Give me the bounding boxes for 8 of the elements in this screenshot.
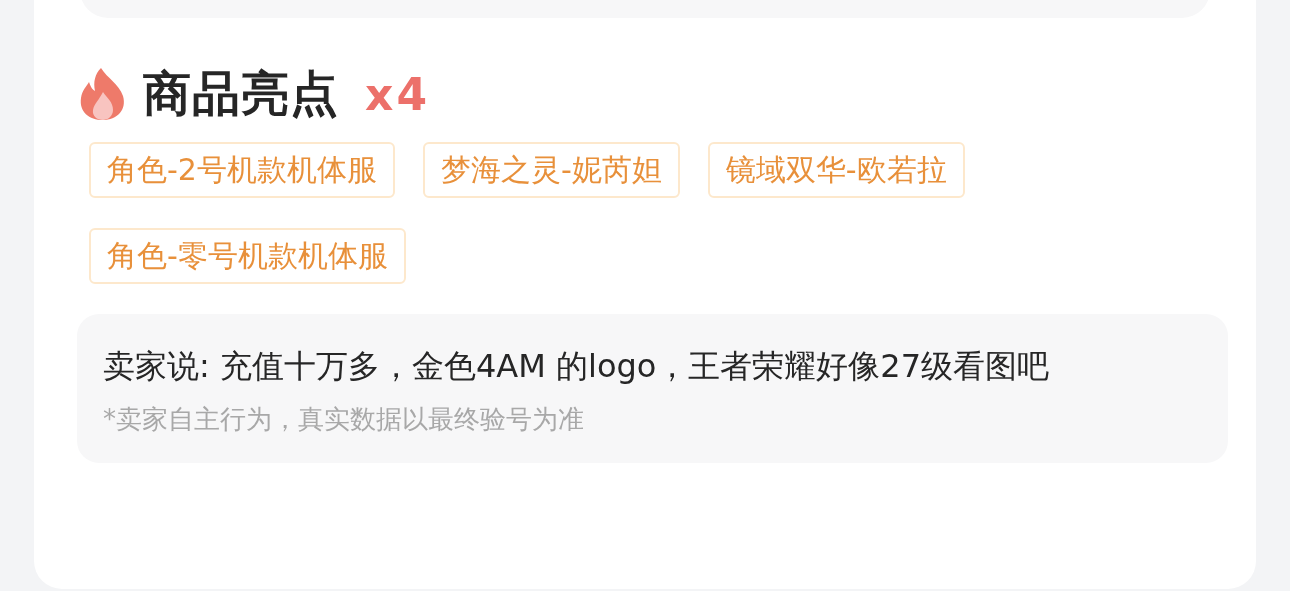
highlight-tag: 角色-2号机款机体服 <box>89 142 395 198</box>
seller-note-text: 卖家说: 充值十万多，金色4AM 的logo，王者荣耀好像27级看图吧 <box>103 346 1051 387</box>
highlight-tag: 梦海之灵-妮芮妲 <box>422 142 680 198</box>
highlight-tag: 镜域双华-欧若拉 <box>707 142 965 198</box>
section-title: 商品亮点 <box>143 64 339 123</box>
disclaimer-text: *卖家自主行为，真实数据以最终验号为准 <box>103 403 585 436</box>
highlight-count: x4 <box>365 68 430 120</box>
highlight-tag: 角色-零号机款机体服 <box>89 228 406 284</box>
